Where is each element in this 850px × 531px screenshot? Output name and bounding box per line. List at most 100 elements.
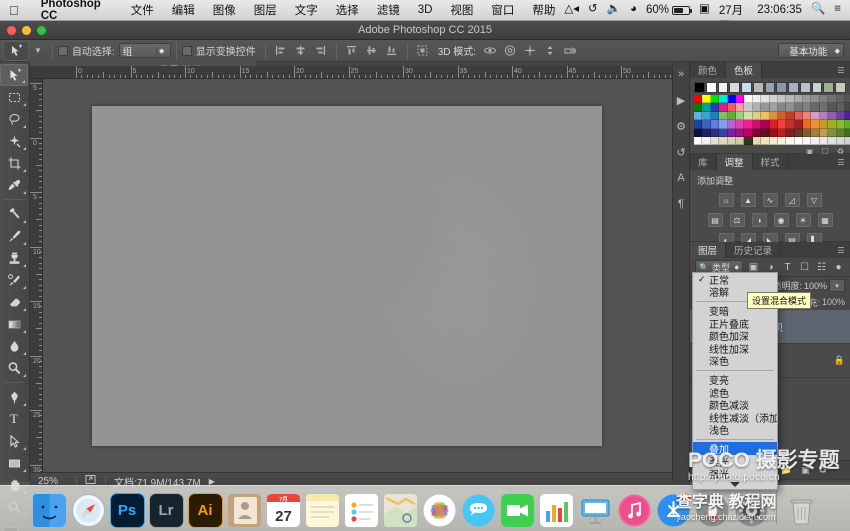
swatch-cell[interactable] bbox=[777, 103, 787, 112]
swatch-cell[interactable] bbox=[836, 103, 846, 112]
auto-select-scope-dropdown[interactable]: 组 ◆ bbox=[118, 43, 171, 58]
swatch-cell[interactable] bbox=[777, 128, 787, 137]
swatch-cell[interactable] bbox=[776, 82, 788, 93]
volume-icon[interactable]: 🔈 bbox=[607, 4, 621, 16]
apple-logo-icon[interactable]:  bbox=[0, 4, 30, 17]
dock-item-illustrator[interactable]: Ai bbox=[187, 493, 223, 528]
brush-tool[interactable] bbox=[0, 225, 28, 247]
dock-item-numbers[interactable] bbox=[539, 493, 574, 528]
active-app-name[interactable]: Photoshop CC bbox=[30, 0, 122, 22]
swatch-cell[interactable] bbox=[794, 120, 804, 129]
swatch-cell[interactable] bbox=[694, 111, 703, 121]
swatch-cell[interactable] bbox=[803, 120, 812, 129]
swatch-cell[interactable] bbox=[744, 120, 753, 129]
swatch-cell[interactable] bbox=[828, 111, 837, 121]
workspace-selector[interactable]: 基本功能 ◆ bbox=[778, 43, 844, 58]
swatch-cell[interactable] bbox=[764, 82, 776, 93]
swatch-cell[interactable] bbox=[794, 95, 804, 104]
vibrance-icon[interactable]: ▽ bbox=[806, 193, 822, 207]
swatch-cell[interactable] bbox=[786, 128, 795, 137]
swatch-cell[interactable] bbox=[719, 128, 728, 137]
swatch-cell[interactable] bbox=[744, 128, 753, 137]
swatch-cell[interactable] bbox=[786, 136, 795, 146]
swatch-cell[interactable] bbox=[786, 120, 795, 129]
dock-item-calendar[interactable]: 27 7月 bbox=[266, 493, 301, 528]
search-icon[interactable]: 🔍 bbox=[811, 4, 825, 16]
swatch-cell[interactable] bbox=[694, 120, 703, 129]
healing-brush-tool[interactable] bbox=[0, 203, 28, 225]
close-window-button[interactable] bbox=[7, 26, 16, 35]
swatch-cell[interactable] bbox=[710, 128, 720, 137]
swatch-cell[interactable] bbox=[744, 103, 753, 112]
panel-menu-icon[interactable]: ☰ bbox=[835, 245, 847, 255]
swatch-cell[interactable] bbox=[752, 95, 762, 104]
align-right-icon[interactable] bbox=[311, 42, 331, 60]
history-icon[interactable]: ↺ bbox=[673, 144, 689, 160]
swatch-cell[interactable] bbox=[794, 103, 804, 112]
swatch-cell[interactable] bbox=[719, 95, 728, 104]
type-tool[interactable]: T bbox=[0, 408, 28, 430]
swatch-cell[interactable] bbox=[719, 111, 728, 121]
swatch-cell[interactable] bbox=[705, 82, 717, 93]
menu-item-window[interactable]: 窗口 bbox=[482, 2, 523, 18]
swatch-cell[interactable] bbox=[819, 120, 829, 129]
swatch-cell[interactable] bbox=[811, 82, 823, 93]
swatch-cell[interactable] bbox=[788, 82, 799, 93]
input-source-icon[interactable]: ▣ bbox=[699, 4, 710, 16]
menu-item-type[interactable]: 文字 bbox=[286, 2, 327, 18]
swatch-cell[interactable] bbox=[845, 120, 850, 129]
dock-item-itunes[interactable] bbox=[617, 493, 652, 528]
swatch-cell[interactable] bbox=[702, 95, 711, 104]
menu-item-3d[interactable]: 3D bbox=[409, 4, 442, 16]
swatch-cell[interactable] bbox=[761, 103, 770, 112]
swatch-cell[interactable] bbox=[828, 95, 837, 104]
swatch-cell[interactable] bbox=[719, 120, 728, 129]
swatch-cell[interactable] bbox=[729, 82, 741, 93]
black-white-icon[interactable]: ◑ bbox=[751, 213, 767, 227]
swatch-cell[interactable] bbox=[694, 103, 703, 112]
mini-bridge-icon[interactable]: ▶ bbox=[673, 92, 689, 108]
swatch-cell[interactable] bbox=[761, 111, 770, 121]
swatch-cell[interactable] bbox=[694, 82, 705, 93]
curves-icon[interactable]: ∿ bbox=[762, 193, 778, 207]
crop-tool[interactable] bbox=[0, 152, 28, 174]
dock-item-photos[interactable] bbox=[422, 493, 457, 528]
zoom-window-button[interactable] bbox=[37, 26, 46, 35]
swatch-cell[interactable] bbox=[761, 128, 770, 137]
swatch-cell[interactable] bbox=[819, 111, 829, 121]
swatch-cell[interactable] bbox=[803, 95, 812, 104]
swatch-cell[interactable] bbox=[823, 82, 835, 93]
dock-item-trash[interactable] bbox=[784, 493, 819, 528]
swatch-cell[interactable] bbox=[694, 95, 703, 104]
swatch-cell[interactable] bbox=[727, 120, 736, 129]
fill-value[interactable]: 100% bbox=[822, 297, 845, 307]
swatch-cell[interactable] bbox=[710, 103, 720, 112]
dock-item-lightroom[interactable]: Lr bbox=[148, 493, 184, 528]
swatch-cell[interactable] bbox=[777, 136, 787, 146]
swatches-grid[interactable] bbox=[690, 95, 850, 146]
swatch-cell[interactable] bbox=[719, 136, 728, 146]
arrange-icon[interactable] bbox=[413, 42, 433, 60]
swatch-cell[interactable] bbox=[769, 95, 778, 104]
blend-mode-option[interactable]: 深色 bbox=[693, 355, 777, 368]
swatch-cell[interactable] bbox=[803, 111, 812, 121]
panel-menu-icon[interactable]: ☰ bbox=[835, 65, 847, 75]
auto-select-checkbox[interactable] bbox=[57, 45, 68, 56]
swatch-cell[interactable] bbox=[828, 103, 837, 112]
swatch-cell[interactable] bbox=[777, 120, 787, 129]
swatch-cell[interactable] bbox=[702, 120, 711, 129]
notification-center-icon[interactable]: ≡ bbox=[834, 4, 841, 16]
swatch-cell[interactable] bbox=[836, 95, 846, 104]
swatch-cell[interactable] bbox=[752, 111, 762, 121]
tab-adjustments[interactable]: 调整 bbox=[716, 154, 753, 170]
color-lookup-icon[interactable]: ▦ bbox=[817, 213, 833, 227]
dock-item-messages[interactable] bbox=[461, 493, 496, 528]
tab-swatches[interactable]: 色板 bbox=[726, 62, 763, 78]
swatch-cell[interactable] bbox=[735, 128, 745, 137]
menu-item-view[interactable]: 视图 bbox=[441, 2, 482, 18]
swatch-cell[interactable] bbox=[752, 136, 762, 146]
move-tool-icon[interactable] bbox=[3, 40, 29, 61]
path-selection-tool[interactable] bbox=[0, 430, 28, 452]
dock-item-keynote[interactable] bbox=[578, 493, 613, 528]
swatch-cell[interactable] bbox=[702, 111, 711, 121]
